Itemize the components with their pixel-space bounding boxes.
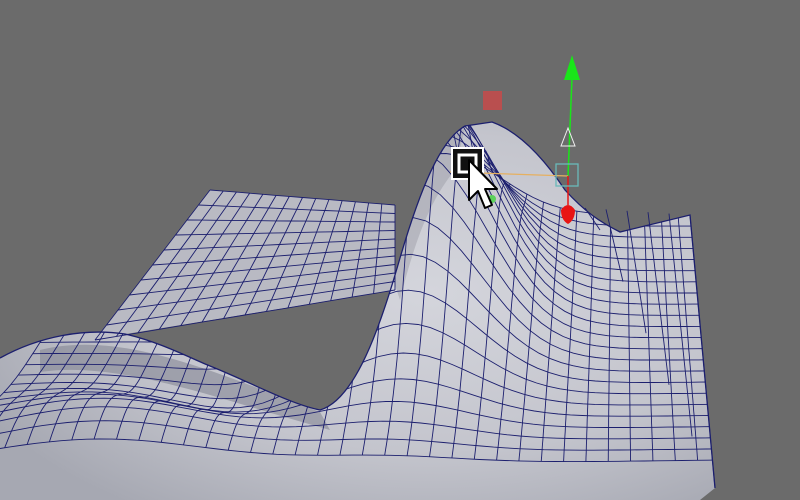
y-axis-arrow-icon[interactable]	[564, 55, 580, 80]
y-axis-line	[567, 77, 573, 177]
viewport-canvas[interactable]	[0, 0, 800, 500]
y-axis-hollow-triangle-icon	[560, 126, 576, 147]
free-move-handle[interactable]	[483, 91, 502, 110]
mesh-surface[interactable]	[0, 122, 715, 500]
3d-viewport[interactable]	[0, 0, 800, 500]
mesh-back-plane[interactable]	[95, 190, 395, 340]
